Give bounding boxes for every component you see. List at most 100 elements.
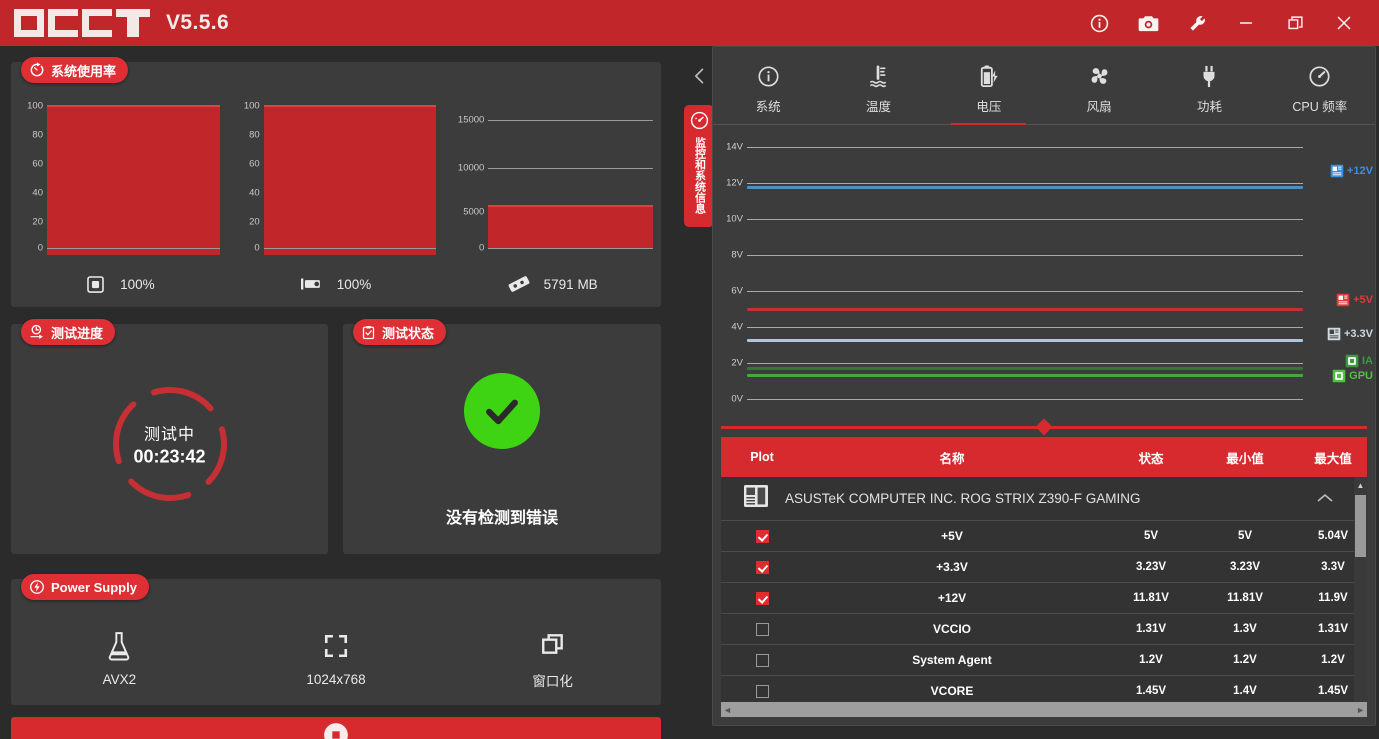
chevron-left-icon[interactable] [690, 66, 710, 86]
sensor-table-body: ASUSTeK COMPUTER INC. ROG STRIX Z390-F G… [721, 477, 1367, 717]
cpu-usage-chart: 100 80 60 40 20 0 [11, 98, 228, 263]
plot-checkbox[interactable] [721, 529, 803, 543]
table-row[interactable]: +3.3V 3.23V 3.23V 3.3V [721, 552, 1367, 583]
slider-handle[interactable] [1035, 418, 1053, 436]
info-icon[interactable] [1088, 12, 1110, 34]
memory-chart-axis: 15000 10000 5000 0 [448, 98, 484, 263]
speedometer-icon [1308, 63, 1331, 89]
monitor-info-tab[interactable]: 监控和系统信息 [684, 105, 714, 227]
test-progress-badge-label: 测试进度 [51, 325, 104, 341]
scroll-left-arrow[interactable]: ◄ [723, 705, 732, 715]
progress-clock-icon [29, 324, 45, 340]
axis-tick: 0 [37, 242, 43, 254]
chart-range-slider[interactable] [721, 418, 1367, 436]
test-progress-card: 测试中 00:23:42 [11, 324, 328, 554]
axis-baseline [263, 248, 437, 249]
plot-checkbox[interactable] [721, 622, 803, 636]
scroll-up-arrow[interactable]: ▲ [1354, 478, 1367, 492]
table-row[interactable]: VCCIO 1.31V 1.3V 1.31V [721, 614, 1367, 645]
table-row[interactable]: +12V 11.81V 11.81V 11.9V [721, 583, 1367, 614]
window-mode-option[interactable]: 窗口化 [444, 627, 661, 690]
grid-line [747, 219, 1303, 220]
tab-power[interactable]: 功耗 [1154, 55, 1264, 124]
tab-cpu-freq[interactable]: CPU 频率 [1265, 55, 1375, 124]
axis-baseline [47, 248, 220, 249]
sensor-min: 1.2V [1233, 654, 1257, 666]
stop-test-button[interactable] [11, 717, 661, 739]
plot-checkbox[interactable] [721, 684, 803, 698]
green-check-icon [464, 373, 540, 450]
checkbox[interactable] [755, 529, 769, 543]
cpu-usage-text: 100% [120, 276, 155, 292]
sensor-name: +3.3V [936, 560, 968, 574]
tab-cpu-freq-label: CPU 频率 [1292, 100, 1348, 114]
test-progress-badge: 测试进度 [21, 319, 116, 345]
table-vertical-scrollbar[interactable]: ▲ ▼ [1354, 477, 1367, 717]
voltage-chart: 14V 12V 10V 8V 6V 4V 2V 0V +12V +5V +3.3… [713, 131, 1375, 419]
minimize-icon[interactable] [1235, 12, 1257, 34]
monitor-info-tab-label: 监控和系统信息 [693, 137, 706, 214]
plot-checkbox[interactable] [721, 560, 803, 574]
axis-tick: 100 [27, 100, 43, 112]
legend-3v3: +3.3V [1327, 327, 1373, 341]
test-status-badge-label: 测试状态 [382, 325, 435, 341]
column-header-state: 状态 [1138, 451, 1164, 466]
checkbox[interactable] [755, 684, 769, 698]
memory-icon [508, 274, 530, 294]
restore-icon[interactable] [1284, 12, 1306, 34]
axis-baseline [488, 248, 654, 249]
checkbox[interactable] [755, 622, 769, 636]
clipboard-check-icon [361, 325, 376, 340]
table-horizontal-scrollbar[interactable]: ◄ ► [721, 702, 1367, 717]
title-bar: V5.5.6 [0, 0, 1379, 46]
wrench-icon[interactable] [1186, 12, 1208, 34]
test-status-message: 没有检测到错误 [445, 510, 558, 527]
cpu-chart-axis: 100 80 60 40 20 0 [15, 98, 43, 263]
tab-temperature[interactable]: 温度 [823, 55, 933, 124]
tab-system[interactable]: 系统 [713, 55, 823, 124]
instruction-set-label: AVX2 [102, 672, 137, 687]
app-logo: V5.5.6 [14, 9, 229, 37]
gpu-usage-chart: 100 80 60 40 20 0 [228, 98, 445, 263]
chip-icon [1327, 327, 1341, 341]
checkbox[interactable] [755, 591, 769, 605]
tab-voltage[interactable]: 电压 [934, 55, 1044, 125]
legend-ia: IA [1345, 354, 1373, 368]
scroll-right-arrow[interactable]: ► [1356, 705, 1365, 715]
scrollbar-thumb[interactable] [1355, 495, 1366, 557]
plug-icon [1198, 63, 1220, 89]
system-usage-badge: 系统使用率 [21, 57, 129, 83]
gpu-icon [300, 274, 323, 294]
grid-line [747, 399, 1303, 400]
series-line-gpu [747, 374, 1303, 377]
instruction-set-option[interactable]: AVX2 [11, 629, 228, 687]
axis-tick: 2V [731, 357, 743, 369]
tab-fan[interactable]: 风扇 [1044, 55, 1154, 124]
windowed-icon [540, 627, 566, 661]
fan-icon [1087, 63, 1112, 89]
sensor-group-label: ASUSTeK COMPUTER INC. ROG STRIX Z390-F G… [785, 491, 1141, 506]
camera-icon[interactable] [1137, 12, 1159, 34]
sensor-table-header: Plot 名称 状态 最小值 最大值 [721, 437, 1367, 477]
power-supply-options: AVX2 1024x768 窗口化 [11, 613, 661, 703]
grid-line [747, 363, 1303, 364]
axis-tick: 10000 [457, 162, 485, 174]
resolution-option[interactable]: 1024x768 [228, 629, 445, 687]
close-icon[interactable] [1333, 12, 1355, 34]
chevron-up-icon[interactable] [1317, 490, 1333, 508]
monitoring-tabs: 系统 温度 电压 风扇 功耗 CPU 频率 [713, 55, 1375, 125]
titlebar-controls [1088, 12, 1355, 34]
plot-checkbox[interactable] [721, 591, 803, 605]
table-row[interactable]: System Agent 1.2V 1.2V 1.2V [721, 645, 1367, 676]
flask-icon [106, 629, 132, 663]
checkbox[interactable] [755, 653, 769, 667]
system-usage-card: 100 80 60 40 20 0 100 80 60 40 20 0 1500… [11, 62, 661, 307]
sensor-state: 1.31V [1135, 623, 1167, 635]
plot-checkbox[interactable] [721, 653, 803, 667]
sensor-group-row[interactable]: ASUSTeK COMPUTER INC. ROG STRIX Z390-F G… [721, 477, 1367, 521]
voltage-chart-plot [747, 131, 1303, 419]
checkbox[interactable] [755, 560, 769, 574]
sensor-state: 3.23V [1135, 561, 1167, 573]
table-row[interactable]: +5V 5V 5V 5.04V [721, 521, 1367, 552]
sensor-name: VCORE [930, 684, 974, 698]
